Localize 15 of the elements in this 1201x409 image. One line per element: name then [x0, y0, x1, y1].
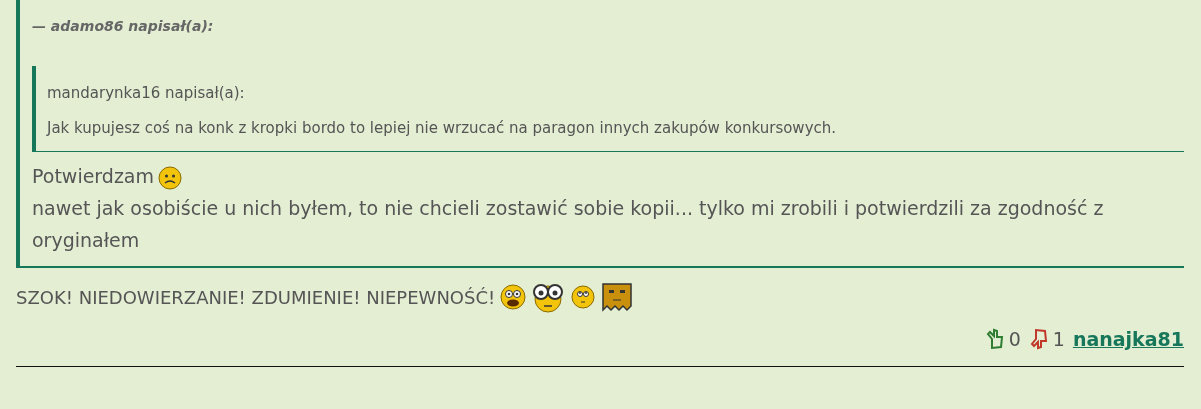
like-count: 0: [1008, 328, 1021, 350]
dislike-count: 1: [1052, 328, 1065, 350]
rolling-eyes-face-icon: [570, 284, 597, 310]
quote-text: Jak kupujesz coś na konk z kropki bordo to lepiej nie wrzucać na paragon innych zakupów konkursowych.: [47, 119, 838, 137]
shocked-face-icon: [500, 284, 527, 310]
quote-text: nawet jak osobiście u nich byłem, to nie chcieli zostawić sobie kopii... tylko mi zrobili i potwierdzili za zgodność z oryginałem: [32, 197, 1104, 251]
author-link[interactable]: nanajka81: [1072, 328, 1184, 350]
paper-bag-face-icon: [601, 282, 634, 312]
quote-author: mandarynka16 napisał(a):: [47, 84, 246, 102]
quote-text: Potwierdzam: [32, 165, 155, 187]
thumbs-up-icon[interactable]: [984, 328, 1005, 350]
quote-author: — adamo86 napisał(a):: [32, 18, 215, 34]
thumbs-down-icon[interactable]: [1028, 328, 1049, 350]
sad-face-icon: [158, 165, 183, 190]
post-text: SZOK! NIEDOWIERZANIE! ZDUMIENIE! NIEPEWNOŚĆ!: [16, 286, 496, 308]
